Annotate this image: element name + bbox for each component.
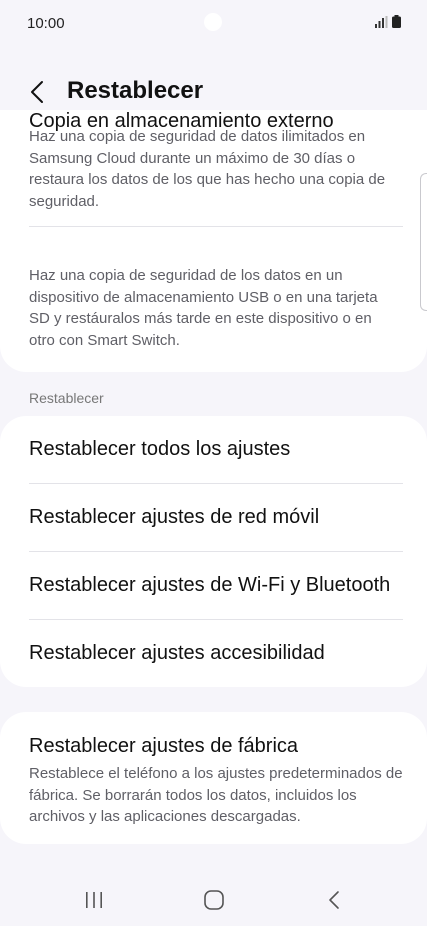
battery-icon [392,15,401,28]
back-icon [329,891,339,909]
status-time: 10:00 [27,15,65,32]
home-icon [204,890,224,910]
factory-reset-card[interactable]: Restablecer ajustes de fábrica Restablec… [0,712,427,844]
status-bar: 10:00 [0,0,427,48]
recents-button[interactable] [74,886,114,914]
status-icons [375,15,401,28]
home-button[interactable] [194,886,234,914]
external-storage-title: Copia en almacenamiento externo [29,110,334,132]
samsung-cloud-description[interactable]: Haz una copia de seguridad de datos ilim… [29,126,401,212]
camera-cutout [204,13,222,31]
reset-accessibility-label: Restablecer ajustes accesibilidad [29,642,325,664]
external-storage-description: Haz una copia de seguridad de los datos … [29,267,378,349]
back-button[interactable] [22,76,52,108]
reset-accessibility-item[interactable]: Restablecer ajustes accesibilidad [0,620,427,687]
chevron-left-icon [31,81,43,103]
navigation-bar [0,870,427,926]
reset-wifi-bluetooth-label: Restablecer ajustes de Wi-Fi y Bluetooth [29,574,391,596]
reset-all-settings-item[interactable]: Restablecer todos los ajustes [0,416,427,484]
reset-all-settings-label: Restablecer todos los ajustes [29,438,291,460]
section-label-restablecer: Restablecer [29,390,104,406]
nav-back-button[interactable] [314,886,354,914]
recents-icon [86,892,102,908]
divider [29,226,403,227]
reset-options-card: Restablecer todos los ajustes Restablece… [0,416,427,687]
signal-icon [375,15,388,28]
reset-mobile-network-label: Restablecer ajustes de red móvil [29,506,320,528]
page-title: Restablecer [67,77,204,104]
reset-wifi-bluetooth-item[interactable]: Restablecer ajustes de Wi-Fi y Bluetooth [0,552,427,620]
external-storage-backup-item[interactable]: Copia en almacenamiento externo Haz una … [0,110,427,368]
factory-reset-title: Restablecer ajustes de fábrica [29,735,299,757]
scrollbar[interactable] [420,173,427,311]
app-header: Restablecer [0,72,427,112]
backup-card: Haz una copia de seguridad de datos ilim… [0,110,427,372]
reset-mobile-network-item[interactable]: Restablecer ajustes de red móvil [0,484,427,552]
factory-reset-description: Restablece el teléfono a los ajustes pre… [29,765,403,825]
